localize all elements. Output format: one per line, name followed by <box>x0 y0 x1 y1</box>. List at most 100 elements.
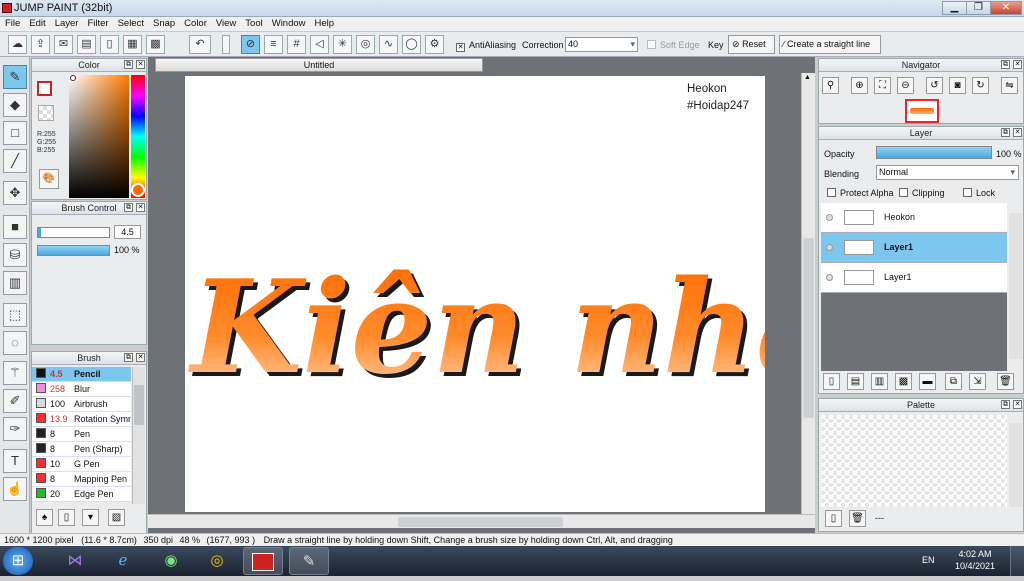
fit-icon[interactable]: ⛶ <box>874 77 891 94</box>
horizontal-scrollbar[interactable] <box>148 514 815 528</box>
new-brush-icon[interactable]: ▯ <box>58 509 75 526</box>
menu-select[interactable]: Select <box>113 17 148 29</box>
select-eraser-icon[interactable]: ✑ <box>3 417 27 441</box>
menu-help[interactable]: Help <box>310 17 339 29</box>
palette-trash-icon[interactable]: 🗑 <box>849 510 866 527</box>
rotate-right-icon[interactable]: ↻ <box>972 77 989 94</box>
document-icon[interactable]: ▯ <box>100 35 119 54</box>
visibility-icon[interactable] <box>826 274 833 281</box>
brush-item-g-pen[interactable]: 10 G Pen <box>32 457 131 472</box>
zalo-icon[interactable]: ◉ <box>151 547 191 575</box>
select-pen-icon[interactable]: ✐ <box>3 389 27 413</box>
brush-item-edge-pen[interactable]: 20 Edge Pen <box>32 487 131 502</box>
line-tool-icon[interactable]: ╱ <box>3 149 27 173</box>
move-tool-icon[interactable]: ✥ <box>3 181 27 205</box>
close-icon[interactable]: ✕ <box>136 353 145 362</box>
brush-opacity-slider[interactable] <box>37 245 110 256</box>
saturation-value-picker[interactable] <box>69 75 129 198</box>
foreground-color-swatch[interactable] <box>37 81 52 96</box>
palette-scrollbar[interactable] <box>1009 423 1022 507</box>
chrome-icon[interactable]: ◎ <box>197 547 237 575</box>
minimize-button[interactable]: ▁ <box>942 1 967 15</box>
tile-icon[interactable]: ▩ <box>146 35 165 54</box>
monitor-icon[interactable]: ▤ <box>77 35 96 54</box>
menu-window[interactable]: Window <box>267 17 310 29</box>
float-icon[interactable]: ⧉ <box>124 60 133 69</box>
transparent-swatch[interactable] <box>38 105 54 121</box>
palette-icon[interactable]: 🎨 <box>39 169 59 189</box>
internet-explorer-icon[interactable]: ℯ <box>103 547 143 575</box>
jump-paint-taskbar-icon[interactable] <box>243 547 283 575</box>
visibility-icon[interactable] <box>826 244 833 251</box>
brush-tool-icon[interactable]: ✎ <box>3 65 27 89</box>
brush-item-airbrush[interactable]: 100 Airbrush <box>32 397 131 412</box>
brush-item-pencil[interactable]: 4.5 Pencil <box>32 367 131 382</box>
brush-size-slider[interactable] <box>37 227 110 238</box>
lasso-icon[interactable]: ◌ <box>3 331 27 355</box>
brush-add-icon[interactable]: ♠ <box>36 509 53 526</box>
flip-icon[interactable]: ⇋ <box>1001 77 1018 94</box>
layer-row-layer1-selected[interactable]: Layer1 <box>821 233 1007 263</box>
zoom-in-icon[interactable]: ⊕ <box>851 77 868 94</box>
radial-icon[interactable]: ✳ <box>333 35 352 54</box>
reset-view-icon[interactable]: ◙ <box>949 77 966 94</box>
halftone-layer-icon[interactable]: ▩ <box>895 373 912 390</box>
blending-select[interactable]: Normal ▾ <box>876 165 1019 180</box>
close-icon[interactable]: ✕ <box>1013 128 1022 137</box>
navigator-preview[interactable] <box>905 99 939 123</box>
brush-size-value[interactable]: 4.5 <box>114 225 141 239</box>
clock[interactable]: 4:02 AM 10/4/2021 <box>952 548 998 572</box>
grid-layout-icon[interactable]: ▦ <box>123 35 142 54</box>
new-text-layer-icon[interactable]: ▥ <box>871 373 888 390</box>
close-button[interactable]: ✕ <box>990 1 1022 15</box>
drawing-canvas[interactable]: Heokon #Hoidap247 Kiên nhẫn Kiên nhẫn <box>185 76 765 512</box>
eraser-tool-icon[interactable]: ◆ <box>3 93 27 117</box>
fill-rect-tool-icon[interactable]: ■ <box>3 215 27 239</box>
float-icon[interactable]: ⧉ <box>1001 400 1010 409</box>
reset-button[interactable]: ⊘ Reset <box>728 35 775 54</box>
select-rect-icon[interactable]: ⬚ <box>3 303 27 327</box>
new-layer-icon[interactable]: ▯ <box>823 373 840 390</box>
float-icon[interactable]: ⧉ <box>124 203 133 212</box>
picker-handle[interactable] <box>70 75 76 81</box>
menu-tool[interactable]: Tool <box>240 17 266 29</box>
brush-item-blur[interactable]: 258 Blur <box>32 382 131 397</box>
snap-off-icon[interactable]: ⊘ <box>241 35 260 54</box>
lock-checkbox[interactable] <box>963 188 972 197</box>
brush-item-rotation-symm[interactable]: 13.9 Rotation Symm <box>32 412 131 427</box>
menu-edit[interactable]: Edit <box>24 17 49 29</box>
merge-layer-icon[interactable]: ⇲ <box>969 373 986 390</box>
float-icon[interactable]: ⧉ <box>1001 128 1010 137</box>
vertical-scrollbar[interactable]: ▲ <box>801 73 815 514</box>
float-icon[interactable]: ⧉ <box>1001 60 1010 69</box>
layer-opacity-slider[interactable] <box>876 146 992 159</box>
brush-item-pen-sharp[interactable]: 8 Pen (Sharp) <box>32 442 131 457</box>
close-icon[interactable]: ✕ <box>1013 60 1022 69</box>
language-indicator[interactable]: EN <box>922 555 935 565</box>
bucket-tool-icon[interactable]: ⛁ <box>3 243 27 267</box>
protect-alpha-checkbox[interactable] <box>827 188 836 197</box>
concentric-icon[interactable]: ◎ <box>356 35 375 54</box>
visibility-icon[interactable] <box>826 214 833 221</box>
undo-icon[interactable]: ↶ <box>189 35 211 54</box>
trash-icon[interactable]: 🗑 <box>997 373 1014 390</box>
comment-icon[interactable]: ✉ <box>54 35 73 54</box>
zoom-icon[interactable]: ⚲ <box>822 77 839 94</box>
show-desktop-button[interactable] <box>1010 546 1024 576</box>
document-tab[interactable]: Untitled <box>155 58 483 72</box>
text-tool-icon[interactable]: T <box>3 449 27 473</box>
brush-settings-icon[interactable]: ▧ <box>108 509 125 526</box>
layer-scrollbar[interactable] <box>1009 213 1022 359</box>
cloud-icon[interactable]: ☁ <box>8 35 27 54</box>
menu-snap[interactable]: Snap <box>148 17 179 29</box>
menu-view[interactable]: View <box>211 17 240 29</box>
paint-taskbar-icon[interactable]: ✎ <box>289 547 329 575</box>
perspective-icon[interactable]: ◁ <box>310 35 329 54</box>
zoom-out-icon[interactable]: ⊖ <box>897 77 914 94</box>
new-vector-layer-icon[interactable]: ▤ <box>847 373 864 390</box>
brush-item-mapping-pen[interactable]: 8 Mapping Pen <box>32 472 131 487</box>
menu-layer[interactable]: Layer <box>50 17 83 29</box>
clipping-checkbox[interactable] <box>899 188 908 197</box>
menu-file[interactable]: File <box>0 17 24 29</box>
parallel-lines-icon[interactable]: ≡ <box>264 35 283 54</box>
